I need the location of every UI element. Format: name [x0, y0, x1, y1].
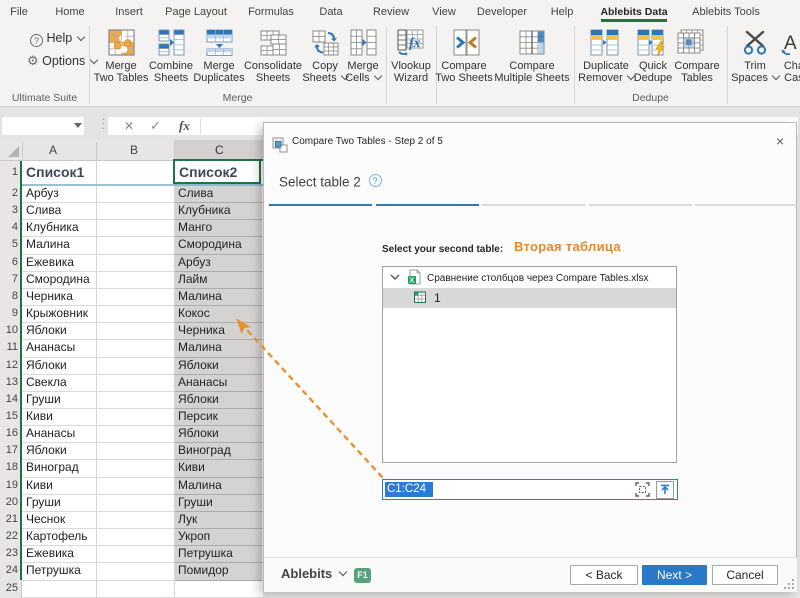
- svg-text:X: X: [409, 276, 414, 285]
- svg-text:fx: fx: [409, 36, 421, 51]
- svg-text:A: A: [784, 33, 797, 54]
